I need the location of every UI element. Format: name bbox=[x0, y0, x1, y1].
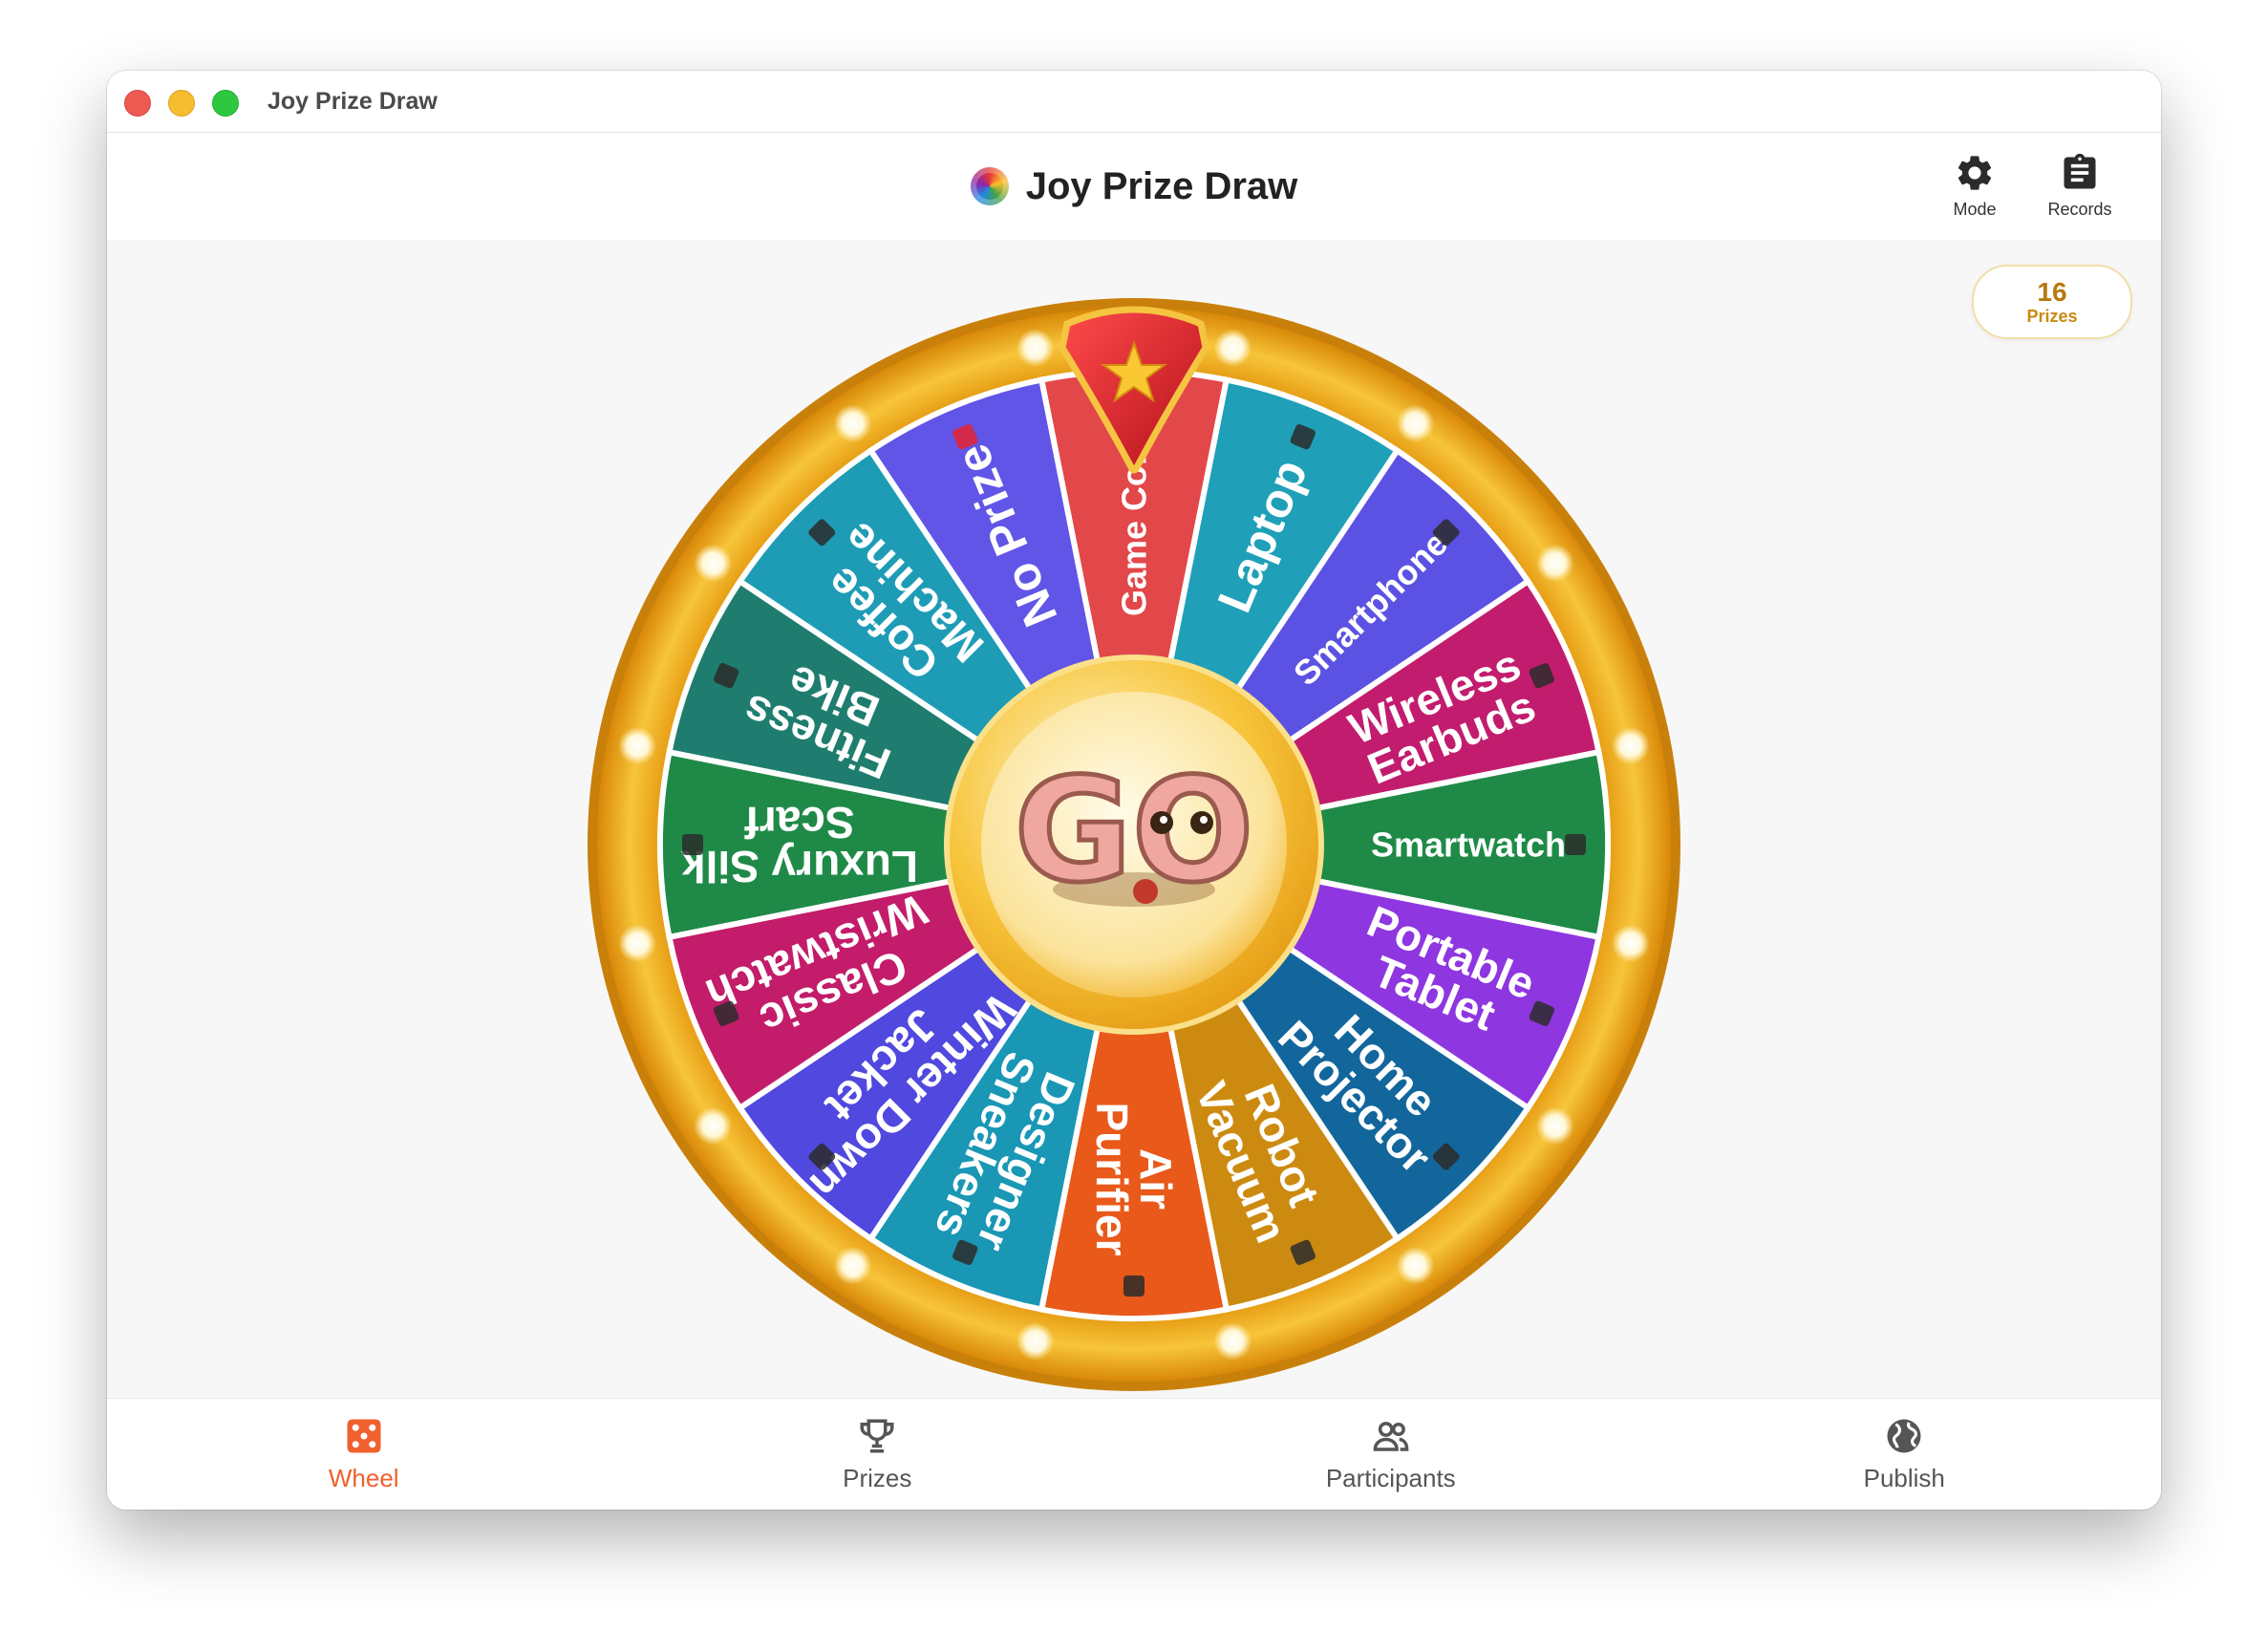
rim-light bbox=[833, 1246, 872, 1285]
prize-count-badge: 16 Prizes bbox=[1972, 265, 2132, 339]
colorful-ball-logo-icon bbox=[970, 167, 1009, 205]
rim-light bbox=[833, 404, 872, 443]
globe-icon bbox=[1887, 1419, 1921, 1453]
mode-label: Mode bbox=[1953, 200, 1997, 219]
maximize-window-button[interactable] bbox=[212, 90, 239, 117]
minimize-window-button[interactable] bbox=[168, 90, 195, 117]
rim-light bbox=[694, 1106, 733, 1146]
prize-count-label: Prizes bbox=[2026, 307, 2078, 326]
tab-wheel-label: Wheel bbox=[328, 1464, 399, 1492]
tab-wheel[interactable]: Wheel bbox=[107, 1399, 621, 1510]
rim-light bbox=[1611, 924, 1650, 963]
rim-light bbox=[1016, 329, 1055, 368]
rim-light bbox=[1535, 544, 1574, 583]
prize-count: 16 bbox=[2037, 277, 2067, 307]
wheel-view: 16 Prizes Game Conso Laptop Smartphone W… bbox=[107, 240, 2161, 1398]
rim-light bbox=[618, 726, 657, 765]
app-header: Joy Prize Draw Mode Records bbox=[107, 133, 2161, 240]
dice-icon bbox=[347, 1419, 381, 1453]
trophy-icon bbox=[860, 1419, 894, 1453]
app-window: Joy Prize Draw Joy Prize Draw Mode Recor… bbox=[107, 71, 2161, 1510]
rim-light bbox=[1213, 1321, 1252, 1361]
app-title: Joy Prize Draw bbox=[1025, 164, 1298, 207]
people-icon bbox=[1373, 1422, 1409, 1451]
go-spin-button[interactable]: GO bbox=[1012, 746, 1256, 917]
rim-light bbox=[694, 544, 733, 583]
rim-light bbox=[1611, 726, 1650, 765]
scarf-icon bbox=[682, 834, 703, 855]
title-bar: Joy Prize Draw bbox=[107, 71, 2161, 133]
tab-participants[interactable]: Participants bbox=[1134, 1399, 1648, 1510]
tab-publish-label: Publish bbox=[1863, 1464, 1945, 1492]
tab-prizes-label: Prizes bbox=[843, 1464, 912, 1492]
rim-light bbox=[1396, 1246, 1435, 1285]
gear-icon bbox=[1958, 156, 1992, 190]
window-title: Joy Prize Draw bbox=[267, 88, 438, 115]
rim-light bbox=[1535, 1106, 1574, 1146]
prize-wheel[interactable]: Game Conso LaptopSmartphoneWirelessEarbud… bbox=[585, 295, 1683, 1394]
tab-publish[interactable]: Publish bbox=[1648, 1399, 2162, 1510]
watch-icon bbox=[1565, 834, 1586, 855]
purifier-icon bbox=[1123, 1276, 1145, 1297]
tab-prizes[interactable]: Prizes bbox=[621, 1399, 1135, 1510]
rim-light bbox=[618, 924, 657, 963]
records-button[interactable]: Records bbox=[2037, 152, 2123, 228]
rim-light bbox=[1016, 1321, 1055, 1361]
mode-button[interactable]: Mode bbox=[1932, 152, 2018, 228]
close-window-button[interactable] bbox=[124, 90, 151, 117]
bottom-tab-bar: Wheel Prizes Participants Publish bbox=[107, 1398, 2161, 1510]
rim-light bbox=[1213, 329, 1252, 368]
rim-light bbox=[1396, 404, 1435, 443]
clipboard-icon bbox=[2064, 153, 2096, 189]
records-label: Records bbox=[2047, 200, 2112, 219]
tab-participants-label: Participants bbox=[1325, 1464, 1456, 1492]
segment-label: Smartwatch bbox=[1371, 826, 1566, 865]
